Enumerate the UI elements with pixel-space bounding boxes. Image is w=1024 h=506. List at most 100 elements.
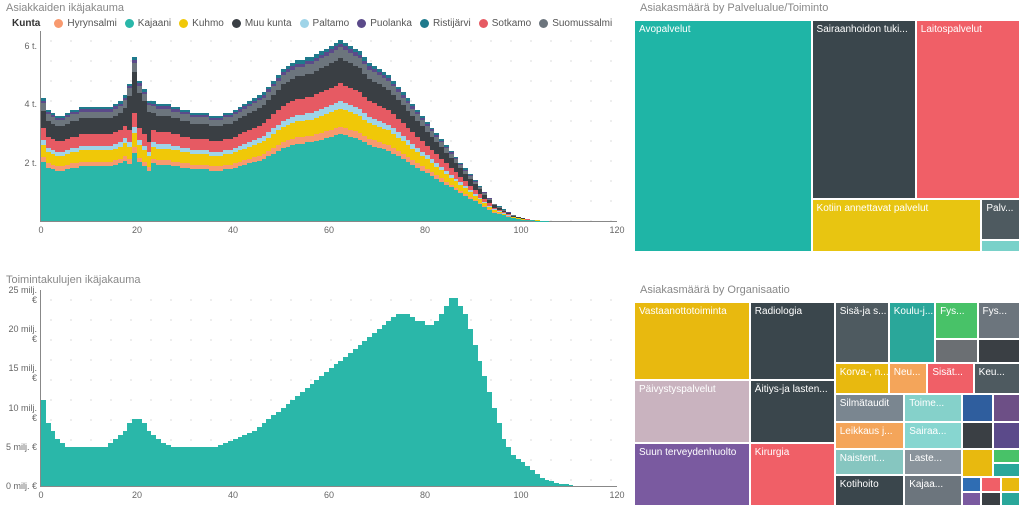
treemap-organisaatio-title: Asiakasmäärä by Organisaatio (640, 284, 1022, 296)
y-tick-label: 6 t. (3, 41, 37, 51)
treemap-cell[interactable]: Toime... (904, 394, 962, 423)
treemap-cell[interactable]: Leikkaus j... (835, 422, 904, 449)
treemap-cell[interactable] (962, 422, 993, 449)
x-tick-label: 80 (420, 225, 430, 235)
treemap-cell[interactable]: Kotihoito (835, 475, 904, 506)
treemap-palvelualue[interactable]: AvopalvelutSairaanhoidon tuki...Laitospa… (634, 20, 1020, 252)
y-tick-label: 5 milj. € (3, 442, 37, 452)
legend-swatch (357, 19, 366, 28)
cost-dist-title: Toimintakulujen ikäjakauma (6, 274, 628, 286)
treemap-cell[interactable]: Fys... (978, 302, 1020, 339)
y-tick-label: 0 milj. € (3, 481, 37, 491)
legend-swatch (420, 19, 429, 28)
treemap-cell[interactable] (978, 339, 1020, 363)
age-dist-legend[interactable]: Kunta Hyrynsalmi Kajaani Kuhmo Muu kunta Palt… (12, 18, 628, 29)
legend-item[interactable]: Muu kunta (232, 18, 292, 29)
y-tick-label: 10 milj. € (3, 403, 37, 423)
cost-bar[interactable] (569, 485, 574, 486)
treemap-palvelualue-title: Asiakasmäärä by Palvelualue/Toiminto (640, 2, 1022, 14)
x-tick-label: 60 (324, 490, 334, 500)
treemap-cell[interactable] (962, 449, 993, 478)
legend-swatch (179, 19, 188, 28)
legend-label: Kuhmo (192, 18, 224, 29)
treemap-cell[interactable]: Päivystyspalvelut (634, 380, 750, 443)
legend-swatch (479, 19, 488, 28)
legend-item[interactable]: Ristijärvi (420, 18, 471, 29)
treemap-cell[interactable]: Sairaanhoidon tuki... (812, 20, 916, 199)
legend-label: Ristijärvi (433, 18, 471, 29)
legend-swatch (232, 19, 241, 28)
legend-item[interactable]: Hyrynsalmi (54, 18, 116, 29)
x-tick-label: 120 (609, 490, 624, 500)
legend-label: Sotkamo (492, 18, 531, 29)
legend-swatch (54, 19, 63, 28)
treemap-cell[interactable]: Naistent... (835, 449, 904, 476)
treemap-cell[interactable]: Sairaa... (904, 422, 962, 449)
cost-dist-plot[interactable]: 0 milj. €5 milj. €10 milj. €15 milj. €20… (40, 290, 617, 487)
treemap-cell[interactable] (993, 463, 1020, 477)
treemap-cell[interactable]: Palv... (981, 199, 1020, 241)
treemap-cell[interactable]: Kotiin annettavat palvelut (812, 199, 982, 252)
treemap-organisaatio-panel: Asiakasmäärä by Organisaatio Vastaanotto… (634, 282, 1022, 506)
treemap-cell[interactable]: Suun terveydenhuolto (634, 443, 750, 506)
treemap-cell[interactable]: Vastaanottotoiminta (634, 302, 750, 380)
treemap-cell[interactable] (962, 492, 981, 506)
legend-label: Paltamo (313, 18, 350, 29)
treemap-cell[interactable] (993, 449, 1020, 463)
legend-label: Kajaani (138, 18, 171, 29)
bar-segment (132, 63, 137, 72)
treemap-cell[interactable]: Laste... (904, 449, 962, 476)
treemap-cell[interactable]: Fys... (935, 302, 977, 339)
treemap-cell[interactable]: Koulu-j... (889, 302, 935, 363)
treemap-cell[interactable] (981, 492, 1000, 506)
x-tick-label: 20 (132, 490, 142, 500)
legend-swatch (125, 19, 134, 28)
x-tick-label: 0 (38, 490, 43, 500)
x-tick-label: 80 (420, 490, 430, 500)
bar-segment (142, 94, 147, 101)
legend-label: Puolanka (370, 18, 412, 29)
legend-swatch (300, 19, 309, 28)
treemap-cell[interactable]: Sisät... (927, 363, 973, 394)
treemap-cell[interactable] (981, 240, 1020, 252)
treemap-cell[interactable]: Kirurgia (750, 443, 835, 506)
treemap-cell[interactable]: Kajaa... (904, 475, 962, 506)
treemap-cell[interactable] (935, 339, 977, 363)
legend-prefix: Kunta (12, 18, 40, 29)
treemap-cell[interactable]: Korva-, n... (835, 363, 889, 394)
x-tick-label: 120 (609, 225, 624, 235)
treemap-cell[interactable]: Laitospalvelut (916, 20, 1020, 199)
treemap-cell[interactable]: Keu... (974, 363, 1020, 394)
treemap-cell[interactable] (962, 477, 981, 491)
legend-item[interactable]: Sotkamo (479, 18, 531, 29)
legend-item[interactable]: Kuhmo (179, 18, 224, 29)
treemap-cell[interactable]: Sisä-ja s... (835, 302, 889, 363)
treemap-cell[interactable]: Silmätaudit (835, 394, 904, 423)
legend-label: Suomussalmi (552, 18, 612, 29)
legend-item[interactable]: Suomussalmi (539, 18, 612, 29)
treemap-cell[interactable] (1001, 477, 1020, 491)
y-tick-label: 4 t. (3, 99, 37, 109)
treemap-palvelualue-panel: Asiakasmäärä by Palvelualue/Toiminto Avo… (634, 0, 1022, 252)
treemap-cell[interactable]: Avopalvelut (634, 20, 812, 252)
treemap-cell[interactable] (1001, 492, 1020, 506)
treemap-cell[interactable]: Radiologia (750, 302, 835, 380)
legend-item[interactable]: Puolanka (357, 18, 412, 29)
treemap-cell[interactable]: Äitiys-ja lasten... (750, 380, 835, 443)
x-tick-label: 100 (513, 490, 528, 500)
x-tick-label: 60 (324, 225, 334, 235)
y-tick-label: 20 milj. € (3, 324, 37, 344)
legend-item[interactable]: Kajaani (125, 18, 171, 29)
treemap-cell[interactable] (993, 422, 1020, 449)
age-dist-plot[interactable]: 2 t.4 t.6 t.020406080100120 (40, 31, 617, 222)
x-tick-label: 20 (132, 225, 142, 235)
x-tick-label: 40 (228, 490, 238, 500)
treemap-cell[interactable] (981, 477, 1000, 491)
treemap-cell[interactable] (962, 394, 993, 423)
treemap-cell[interactable] (993, 394, 1020, 423)
y-tick-label: 15 milj. € (3, 363, 37, 383)
y-tick-label: 2 t. (3, 158, 37, 168)
legend-item[interactable]: Paltamo (300, 18, 350, 29)
treemap-organisaatio[interactable]: VastaanottotoimintaRadiologiaSisä-ja s..… (634, 302, 1020, 506)
treemap-cell[interactable]: Neu... (889, 363, 928, 394)
